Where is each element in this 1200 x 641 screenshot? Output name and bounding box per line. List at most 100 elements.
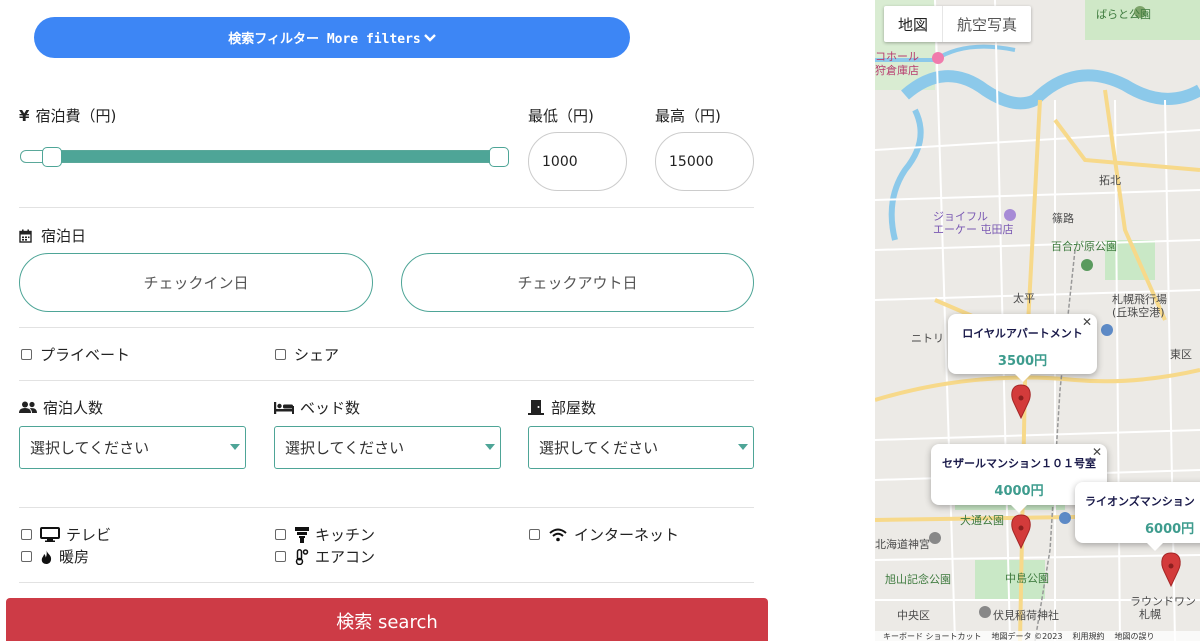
map-label: 大通公園 bbox=[960, 514, 1004, 527]
map-label: 旭山記念公園 bbox=[885, 573, 951, 586]
price-slider-range bbox=[52, 151, 499, 162]
door-icon bbox=[528, 400, 544, 415]
info-window-price: 3500円 bbox=[997, 354, 1048, 369]
more-filters-label-en: More filters bbox=[326, 32, 421, 47]
tv-checkbox[interactable] bbox=[21, 529, 32, 540]
map-footer: キーボード ショートカット 地図データ ©2023 利用規約 地図の誤り bbox=[875, 631, 1200, 641]
kitchen-checkbox[interactable] bbox=[275, 529, 286, 540]
close-icon[interactable]: ✕ bbox=[1082, 315, 1092, 329]
more-filters-button[interactable]: 検索フィルター More filters bbox=[34, 17, 630, 58]
aircon-checkbox[interactable] bbox=[275, 551, 286, 562]
price-label-row: ¥ 宿泊費（円) bbox=[19, 105, 116, 126]
caret-down-icon bbox=[485, 444, 495, 450]
tv-checkbox-row[interactable]: テレビ bbox=[21, 524, 111, 545]
stay-date-label: 宿泊日 bbox=[41, 227, 87, 245]
map-label: 狩倉庫店 bbox=[875, 64, 919, 77]
close-icon[interactable]: ✕ bbox=[1092, 445, 1102, 459]
info-window-title: セザールマンション１０１号室 bbox=[942, 457, 1096, 470]
guests-label-row: 宿泊人数 bbox=[19, 397, 103, 418]
map-label: ニトリ bbox=[911, 332, 944, 345]
map-label: ばらと公園 bbox=[1096, 8, 1151, 21]
map-type-satellite-button[interactable]: 航空写真 bbox=[942, 6, 1031, 42]
map[interactable]: ばらと公園 コホール 狩倉庫店 拓北 ジョイフル エーケー 屯田店 篠路 百合が… bbox=[875, 0, 1200, 641]
kitchen-checkbox-row[interactable]: キッチン bbox=[275, 524, 375, 545]
private-checkbox-row[interactable]: プライベート bbox=[21, 344, 130, 365]
beds-label-row: ベッド数 bbox=[274, 397, 360, 418]
map-data-attribution: 地図データ ©2023 bbox=[991, 632, 1063, 641]
aircon-checkbox-row[interactable]: エアコン bbox=[275, 546, 375, 567]
price-slider-min-handle[interactable] bbox=[42, 147, 62, 167]
shared-checkbox-row[interactable]: シェア bbox=[275, 344, 339, 365]
private-checkbox[interactable] bbox=[21, 349, 32, 360]
map-label: 東区 bbox=[1170, 348, 1192, 361]
calendar-icon bbox=[19, 229, 32, 243]
divider bbox=[19, 327, 754, 328]
map-label: 百合が原公園 bbox=[1051, 240, 1117, 253]
keyboard-shortcuts-link[interactable]: キーボード ショートカット bbox=[883, 631, 982, 641]
tv-label: テレビ bbox=[66, 526, 112, 544]
price-slider-max-handle[interactable] bbox=[489, 147, 509, 167]
checkout-date-button[interactable]: チェックアウト日 bbox=[401, 253, 754, 312]
terms-link[interactable]: 利用規約 bbox=[1072, 631, 1104, 641]
map-label: エーケー 屯田店 bbox=[933, 223, 1014, 236]
shared-checkbox[interactable] bbox=[275, 349, 286, 360]
internet-checkbox-row[interactable]: インターネット bbox=[529, 524, 679, 545]
internet-label: インターネット bbox=[574, 526, 680, 544]
min-price-label: 最低（円) bbox=[528, 107, 594, 125]
report-error-link[interactable]: 地図の誤り bbox=[1114, 631, 1154, 641]
min-price-input[interactable]: 1000 bbox=[528, 132, 627, 191]
info-window[interactable]: ✕ ロイヤルアパートメント 3500円 bbox=[948, 314, 1097, 382]
yen-icon: ¥ bbox=[19, 107, 30, 125]
caret-down-icon bbox=[738, 444, 748, 450]
stay-date-label-row: 宿泊日 bbox=[19, 225, 86, 246]
map-label: 伏見稲荷神社 bbox=[993, 609, 1059, 622]
divider bbox=[19, 507, 754, 508]
guests-select[interactable]: 選択してください bbox=[19, 426, 246, 469]
guests-select-value: 選択してください bbox=[30, 439, 150, 457]
private-label: プライベート bbox=[40, 346, 131, 364]
map-label: 北海道神宮 bbox=[875, 538, 930, 551]
search-button[interactable]: 検索 search bbox=[6, 598, 768, 641]
beds-select[interactable]: 選択してください bbox=[274, 426, 501, 469]
map-label: (丘珠空港) bbox=[1112, 306, 1165, 319]
kitchen-label: キッチン bbox=[315, 526, 376, 544]
beds-select-value: 選択してください bbox=[285, 439, 405, 457]
info-window-price: 6000円 bbox=[1145, 522, 1195, 537]
map-type-roadmap-button[interactable]: 地図 bbox=[884, 6, 942, 42]
rooms-select-value: 選択してください bbox=[539, 439, 659, 457]
max-price-input[interactable]: 15000 bbox=[655, 132, 754, 191]
internet-checkbox[interactable] bbox=[529, 529, 540, 540]
caret-down-icon bbox=[230, 444, 240, 450]
map-type-control: 地図 航空写真 bbox=[884, 6, 1032, 42]
map-label: 中島公園 bbox=[1005, 572, 1049, 585]
max-price-label: 最高（円) bbox=[655, 107, 721, 125]
more-filters-label: 検索フィルター More filters bbox=[228, 28, 421, 47]
bed-icon bbox=[274, 402, 294, 414]
heating-checkbox-row[interactable]: 暖房 bbox=[21, 546, 89, 567]
aircon-label: エアコン bbox=[315, 548, 376, 566]
stove-icon bbox=[294, 526, 309, 543]
divider bbox=[19, 380, 754, 381]
rooms-label: 部屋数 bbox=[551, 399, 597, 417]
fire-icon bbox=[40, 549, 53, 565]
divider bbox=[19, 207, 754, 208]
price-label: 宿泊費（円) bbox=[35, 107, 117, 125]
map-label: 太平 bbox=[1013, 292, 1035, 305]
tv-icon bbox=[40, 527, 60, 543]
map-label: 札幌 bbox=[1139, 608, 1161, 621]
wifi-icon bbox=[548, 527, 568, 543]
users-icon bbox=[19, 401, 37, 413]
thermometer-icon bbox=[294, 548, 309, 565]
info-window-title: ロイヤルアパートメント bbox=[962, 327, 1083, 340]
shared-label: シェア bbox=[294, 346, 340, 364]
guests-label: 宿泊人数 bbox=[43, 399, 104, 417]
info-window[interactable]: ライオンズマンション 6000円 bbox=[1075, 482, 1200, 551]
map-label: 篠路 bbox=[1052, 212, 1074, 225]
map-label: 中央区 bbox=[897, 609, 930, 622]
heating-checkbox[interactable] bbox=[21, 551, 32, 562]
divider bbox=[19, 582, 754, 583]
more-filters-label-jp: 検索フィルター bbox=[228, 32, 319, 47]
rooms-select[interactable]: 選択してください bbox=[528, 426, 754, 469]
rooms-label-row: 部屋数 bbox=[528, 397, 596, 418]
checkin-date-button[interactable]: チェックイン日 bbox=[19, 253, 373, 312]
